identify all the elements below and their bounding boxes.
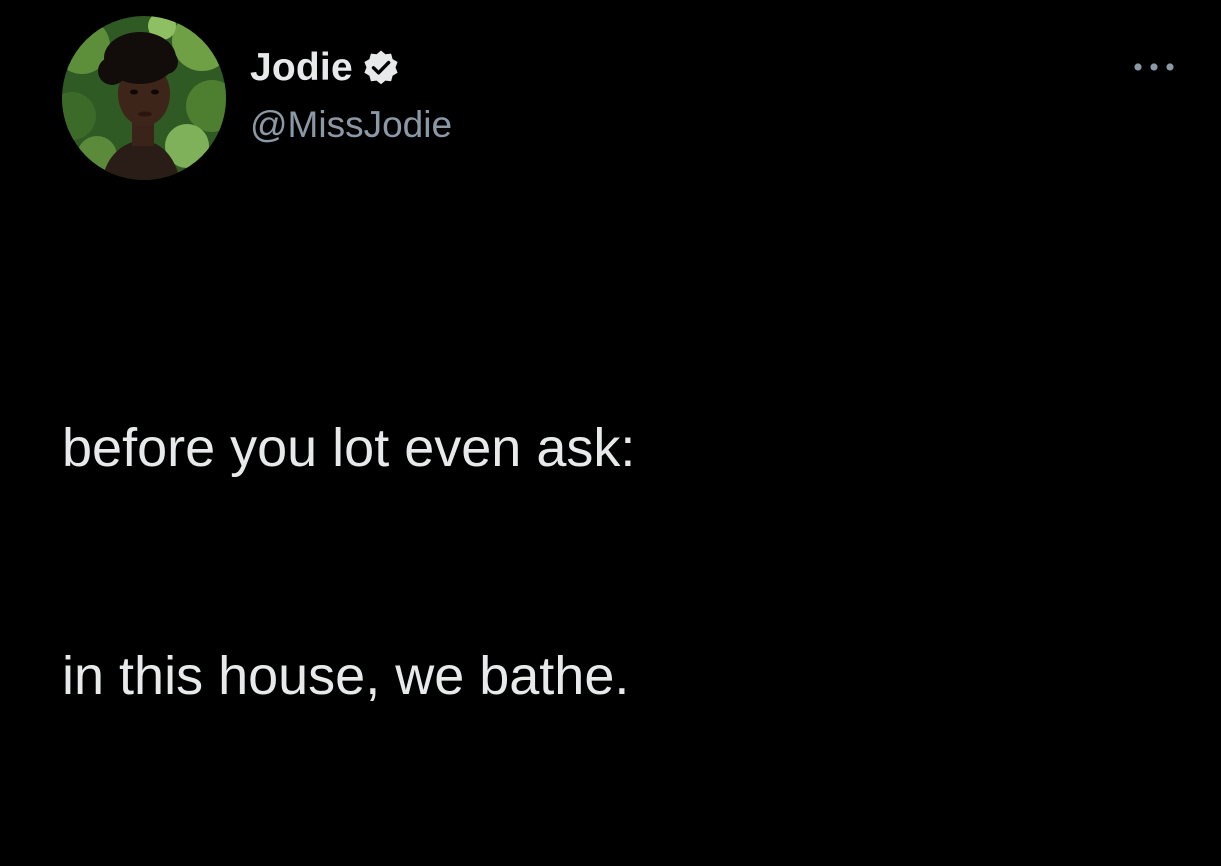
display-name[interactable]: Jodie [250, 46, 353, 90]
avatar-photo [62, 16, 226, 180]
tweet-text: before you lot even ask: in this house, … [62, 258, 635, 866]
tweet-line-2: in this house, we bathe. [62, 646, 630, 706]
more-options-icon[interactable] [1126, 52, 1182, 82]
avatar[interactable] [62, 16, 226, 180]
tweet-card: Jodie @MissJodie before you lot even ask… [0, 0, 1221, 706]
author-name-row: Jodie [250, 44, 400, 92]
tweet-line-1: before you lot even ask: [62, 418, 636, 478]
user-handle[interactable]: @MissJodie [250, 104, 452, 146]
verified-badge-icon [362, 49, 400, 87]
